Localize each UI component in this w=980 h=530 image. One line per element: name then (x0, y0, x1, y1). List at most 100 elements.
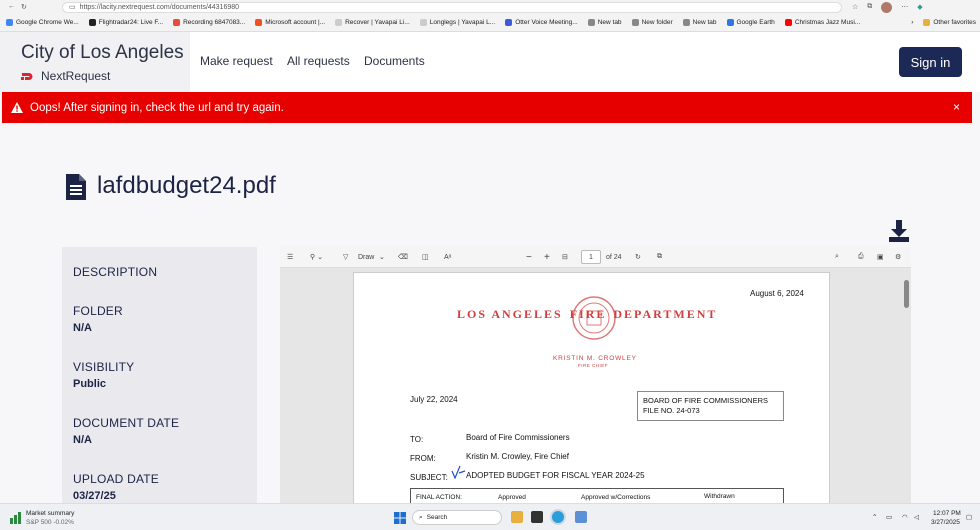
favorite-item[interactable]: Recover | Yavapai Li... (335, 19, 410, 26)
rotate-icon[interactable]: ↻ (635, 253, 641, 261)
taskbar-search-label: Search (426, 514, 448, 521)
favorite-item[interactable]: New tab (587, 19, 622, 26)
toc-icon[interactable]: ☰ (287, 253, 293, 261)
favorite-label: Longlegs | Yavapai L... (429, 19, 496, 26)
market-widget-sub: S&P 500 -0.02% (26, 519, 74, 526)
clock-date[interactable]: 3/27/2025 (931, 519, 960, 526)
favorite-icon (682, 19, 690, 26)
favorites-overflow-icon[interactable]: › (911, 19, 913, 26)
edge-browser-icon[interactable] (552, 511, 564, 523)
nextrequest-logo-icon (21, 72, 33, 80)
market-widget-title[interactable]: Market summary (26, 510, 74, 517)
other-favorites-label: Other favorites (933, 19, 976, 26)
favorite-item[interactable]: Google Chrome We... (6, 19, 79, 26)
error-alert: Oops! After signing in, check the url an… (2, 92, 972, 123)
copilot-icon[interactable]: ◆ (917, 3, 922, 11)
favorite-label: Microsoft account |... (265, 19, 326, 26)
chief-title: FIRE CHIEF (578, 363, 609, 368)
two-page-icon[interactable]: ⧉ (657, 253, 662, 261)
draw-label[interactable]: Draw (358, 254, 374, 261)
close-icon[interactable]: × (953, 100, 960, 114)
volume-icon[interactable]: ◁ (914, 513, 919, 521)
browser-nav: ← ↻ (0, 3, 62, 11)
opt-approved-corrections: Approved w/Corrections (581, 494, 651, 501)
subject-label: SUBJECT: (410, 473, 448, 482)
pdf-viewer[interactable]: August 6, 2024 LOS ANGELES FIRE DEPARTME… (280, 268, 911, 530)
notification-icon[interactable]: ▢ (966, 513, 972, 521)
address-bar[interactable]: ▭ https://lacity.nextrequest.com/documen… (62, 1, 842, 13)
highlight-icon[interactable]: ⚲ ⌄ (310, 253, 323, 261)
favorite-icon (88, 19, 96, 26)
star-icon[interactable]: ☆ (852, 3, 858, 11)
detail-field-value: Public (73, 378, 107, 390)
favorite-item[interactable]: Recording 6847083... (173, 19, 245, 26)
wifi-icon[interactable]: ◠ (902, 513, 908, 521)
favorite-icon (419, 19, 427, 26)
zoom-out-icon[interactable]: − (526, 252, 532, 263)
page-view-icon[interactable]: ◫ (422, 253, 429, 261)
favorite-item[interactable]: Longlegs | Yavapai L... (419, 19, 496, 26)
nextrequest-logo[interactable]: NextRequest (21, 69, 190, 83)
favorite-icon (505, 19, 513, 26)
favorite-icon (173, 19, 181, 26)
sign-in-button[interactable]: Sign in (899, 47, 962, 77)
detail-field: DOCUMENT DATE N/A (73, 416, 257, 472)
final-action-label: FINAL ACTION: (416, 494, 462, 501)
zoom-in-icon[interactable]: + (544, 252, 550, 263)
favorite-icon (6, 19, 13, 26)
favorite-item[interactable]: Google Earth (726, 19, 775, 26)
favorite-label: New tab (692, 19, 717, 26)
back-icon[interactable]: ← (8, 3, 15, 11)
detail-field-label: DOCUMENT DATE (73, 416, 180, 430)
profile-avatar[interactable] (881, 1, 893, 13)
nav-documents[interactable]: Documents (364, 54, 425, 68)
read-aloud-icon[interactable]: Aᵃ (444, 254, 451, 261)
draw-icon[interactable]: ▽ (343, 253, 348, 261)
search-icon[interactable]: ⌕ (835, 253, 839, 261)
favorite-icon (726, 19, 734, 26)
opt-approved: Approved (498, 494, 526, 501)
windows-start-icon[interactable] (394, 512, 406, 524)
print-icon[interactable]: ⎙ (858, 253, 864, 261)
city-seal-icon (572, 296, 616, 340)
network-app-icon[interactable] (575, 511, 587, 523)
from-value: Kristin M. Crowley, Fire Chief (466, 452, 569, 461)
draw-chevron-icon[interactable]: ⌄ (379, 253, 385, 261)
clock-time[interactable]: 12:07 PM (933, 510, 961, 517)
detail-field-value: N/A (73, 322, 92, 334)
taskbar-search[interactable]: ⌕ Search (412, 510, 502, 525)
nav-all-requests[interactable]: All requests (287, 54, 350, 68)
favorite-item[interactable]: Microsoft account |... (255, 19, 325, 26)
site-title[interactable]: City of Los Angeles (21, 42, 190, 64)
eraser-icon[interactable]: ⌫ (398, 253, 408, 261)
other-favorites[interactable]: Other favorites (923, 19, 976, 26)
page-number-input[interactable]: 1 (581, 250, 601, 264)
favorite-label: Recover | Yavapai Li... (345, 19, 410, 26)
settings-icon[interactable]: ⚙ (895, 253, 901, 261)
extensions-icon[interactable]: ⧉ (867, 3, 872, 11)
pdf-scrollbar[interactable] (904, 280, 909, 308)
board-box-line1: BOARD OF FIRE COMMISSIONERS (643, 396, 769, 405)
display-icon[interactable]: ▭ (886, 513, 892, 521)
detail-field-label: VISIBILITY (73, 360, 135, 374)
favorite-item[interactable]: New tab (682, 19, 717, 26)
favorite-item[interactable]: Flightradar24: Live F... (88, 19, 164, 26)
favorite-label: New tab (597, 19, 622, 26)
favorite-label: Flightradar24: Live F... (98, 19, 164, 26)
favorite-item[interactable]: Otter Voice Meeting... (505, 19, 578, 26)
terminal-icon[interactable] (531, 511, 543, 523)
favorite-item[interactable]: New folder (631, 19, 673, 26)
site-info-icon[interactable]: ▭ (69, 3, 76, 11)
file-explorer-icon[interactable] (511, 511, 523, 523)
favorites-bar: Google Chrome We... Flightradar24: Live F… (0, 14, 980, 32)
market-chart-icon[interactable] (9, 512, 23, 524)
save-icon[interactable]: ▣ (877, 253, 884, 261)
fit-page-icon[interactable]: ⊟ (562, 253, 568, 261)
refresh-icon[interactable]: ↻ (21, 3, 27, 11)
favorite-item[interactable]: Christmas Jazz Musi... (784, 19, 860, 26)
detail-field-label: FOLDER (73, 304, 123, 318)
more-icon[interactable]: ⋯ (901, 3, 908, 11)
download-icon[interactable] (888, 220, 910, 242)
nav-make-request[interactable]: Make request (200, 54, 273, 68)
tray-chevron-icon[interactable]: ⌃ (872, 513, 877, 521)
